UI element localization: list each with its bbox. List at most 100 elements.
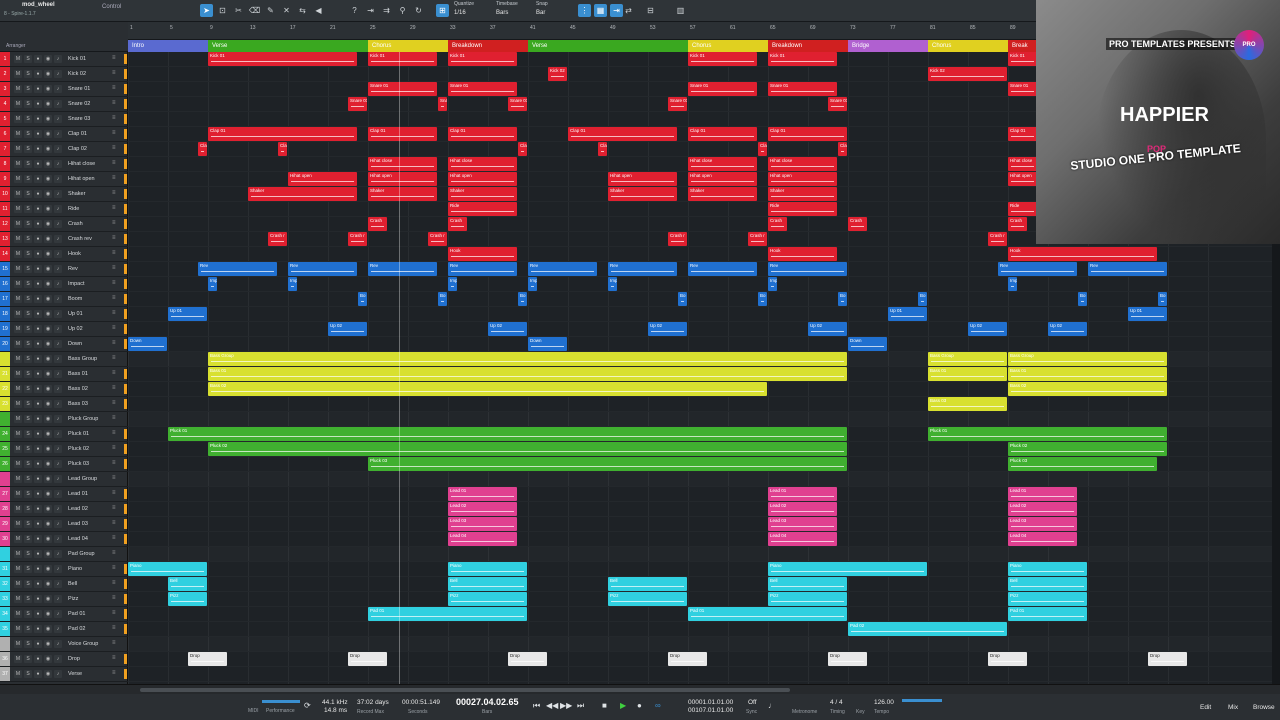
quantize-icon[interactable]: ⊞: [436, 4, 449, 17]
instrument-icon[interactable]: ♪: [54, 355, 62, 363]
clip-lead01[interactable]: Lead 01: [768, 487, 837, 501]
solo-button[interactable]: S: [24, 640, 32, 648]
clip-bell[interactable]: Bell: [768, 577, 847, 591]
clip-hihat-open[interactable]: Hihat open: [368, 172, 437, 186]
solo-button[interactable]: S: [24, 535, 32, 543]
mute-button[interactable]: M: [14, 175, 22, 183]
mute-button[interactable]: M: [14, 325, 22, 333]
track-menu-icon[interactable]: ≡: [112, 385, 116, 391]
clip-up01[interactable]: Up 01: [1128, 307, 1167, 321]
track-header[interactable]: 18 M S ● ◉ ♪ Up 01 ≡: [0, 307, 128, 322]
record-arm-button[interactable]: ●: [34, 595, 42, 603]
track-lane[interactable]: [128, 337, 1272, 352]
track-header[interactable]: M S ● ◉ ♪ Bass Group ≡: [0, 352, 128, 367]
solo-button[interactable]: S: [24, 595, 32, 603]
mute-button[interactable]: M: [14, 145, 22, 153]
monitor-button[interactable]: ◉: [44, 115, 52, 123]
track-header[interactable]: 36 M S ● ◉ ♪ Drop ≡: [0, 652, 128, 667]
solo-button[interactable]: S: [24, 85, 32, 93]
record-arm-button[interactable]: ●: [34, 115, 42, 123]
clip-hihat-close[interactable]: Hihat close: [688, 157, 757, 171]
solo-button[interactable]: S: [24, 175, 32, 183]
track-menu-icon[interactable]: ≡: [112, 580, 116, 586]
track-name[interactable]: Pluck 01: [68, 427, 89, 441]
record-arm-button[interactable]: ●: [34, 190, 42, 198]
track-name[interactable]: Bass Group: [68, 352, 97, 366]
instrument-icon[interactable]: ♪: [54, 145, 62, 153]
track-name[interactable]: Hihat open: [68, 172, 95, 186]
clip-bell[interactable]: Bell: [608, 577, 687, 591]
clip-snare01[interactable]: Snare 01: [1008, 82, 1037, 96]
monitor-button[interactable]: ◉: [44, 490, 52, 498]
clip-down[interactable]: Down: [128, 337, 167, 351]
clip-boom[interactable]: Bo: [438, 292, 447, 306]
solo-button[interactable]: S: [24, 295, 32, 303]
clip-crash[interactable]: Crash: [1008, 217, 1027, 231]
track-header[interactable]: 17 M S ● ◉ ♪ Boom ≡: [0, 292, 128, 307]
monitor-button[interactable]: ◉: [44, 565, 52, 573]
clip-boom[interactable]: Bo: [758, 292, 767, 306]
record-arm-button[interactable]: ●: [34, 370, 42, 378]
snap-value[interactable]: Bar: [536, 10, 545, 16]
track-header[interactable]: 32 M S ● ◉ ♪ Bell ≡: [0, 577, 128, 592]
solo-button[interactable]: S: [24, 490, 32, 498]
solo-button[interactable]: S: [24, 520, 32, 528]
track-info-panel[interactable]: mod_wheel 8 - Spire-1.1.7 Control: [2, 2, 192, 20]
clip-kick02[interactable]: Kick 02: [928, 67, 1007, 81]
instrument-icon[interactable]: ♪: [54, 130, 62, 138]
clip-pluck02[interactable]: Pluck 02: [1008, 442, 1167, 456]
record-arm-button[interactable]: ●: [34, 295, 42, 303]
record-arm-button[interactable]: ●: [34, 205, 42, 213]
clip-rev[interactable]: Rev: [368, 262, 437, 276]
monitor-button[interactable]: ◉: [44, 460, 52, 468]
arranger-section-verse[interactable]: Verse: [208, 40, 368, 52]
clip-bass-group[interactable]: Bass Group: [208, 352, 847, 366]
clip-up02[interactable]: Up 02: [1048, 322, 1087, 336]
instrument-icon[interactable]: ♪: [54, 100, 62, 108]
clip-hihat-close[interactable]: Hihat close: [768, 157, 837, 171]
playhead-cursor[interactable]: [399, 52, 400, 684]
clip-bell[interactable]: Bell: [1008, 577, 1087, 591]
track-header[interactable]: 16 M S ● ◉ ♪ Impact ≡: [0, 277, 128, 292]
clip-clap01[interactable]: Clap 01: [278, 142, 287, 156]
sync-value[interactable]: Off: [748, 699, 757, 706]
clip-pizz[interactable]: Pizz: [448, 592, 527, 606]
clip-pad02[interactable]: Pad 02: [848, 622, 1007, 636]
track-header[interactable]: 30 M S ● ◉ ♪ Lead 04 ≡: [0, 532, 128, 547]
clip-hihat-close[interactable]: Hihat close: [448, 157, 517, 171]
monitor-button[interactable]: ◉: [44, 70, 52, 78]
clip-lead01[interactable]: Lead 01: [1008, 487, 1077, 501]
clip-bass03[interactable]: Bass 03: [928, 397, 1007, 411]
track-name[interactable]: Drop: [68, 652, 80, 666]
clip-lead04[interactable]: Lead 04: [448, 532, 517, 546]
mute-button[interactable]: M: [14, 610, 22, 618]
monitor-button[interactable]: ◉: [44, 205, 52, 213]
track-lane[interactable]: [128, 292, 1272, 307]
mute-button[interactable]: M: [14, 190, 22, 198]
clip-rev[interactable]: Rev: [288, 262, 357, 276]
instrument-icon[interactable]: ♪: [54, 670, 62, 678]
track-lane[interactable]: [128, 487, 1272, 502]
record-arm-button[interactable]: ●: [34, 415, 42, 423]
solo-button[interactable]: S: [24, 505, 32, 513]
mute-button[interactable]: M: [14, 535, 22, 543]
record-arm-button[interactable]: ●: [34, 520, 42, 528]
clip-shaker[interactable]: Shaker: [688, 187, 757, 201]
arranger-section-verse[interactable]: Verse: [528, 40, 688, 52]
solo-button[interactable]: S: [24, 655, 32, 663]
clip-hihat-open[interactable]: Hihat open: [768, 172, 837, 186]
clip-drop[interactable]: Drop: [988, 652, 1027, 666]
scroll-thumb[interactable]: [140, 688, 790, 692]
instrument-icon[interactable]: ♪: [54, 580, 62, 588]
track-menu-icon[interactable]: ≡: [112, 370, 116, 376]
clip-hihat-open[interactable]: Hihat open: [1008, 172, 1037, 186]
track-header[interactable]: 4 M S ● ◉ ♪ Snare 02 ≡: [0, 97, 128, 112]
instrument-icon[interactable]: ♪: [54, 430, 62, 438]
edit-button[interactable]: Edit: [1200, 704, 1211, 711]
clip-crash[interactable]: Crash: [448, 217, 467, 231]
track-menu-icon[interactable]: ≡: [112, 490, 116, 496]
clip-clap01[interactable]: Clap 01: [768, 127, 847, 141]
mute-button[interactable]: M: [14, 505, 22, 513]
track-name[interactable]: Pad 02: [68, 622, 85, 636]
track-header[interactable]: 19 M S ● ◉ ♪ Up 02 ≡: [0, 322, 128, 337]
